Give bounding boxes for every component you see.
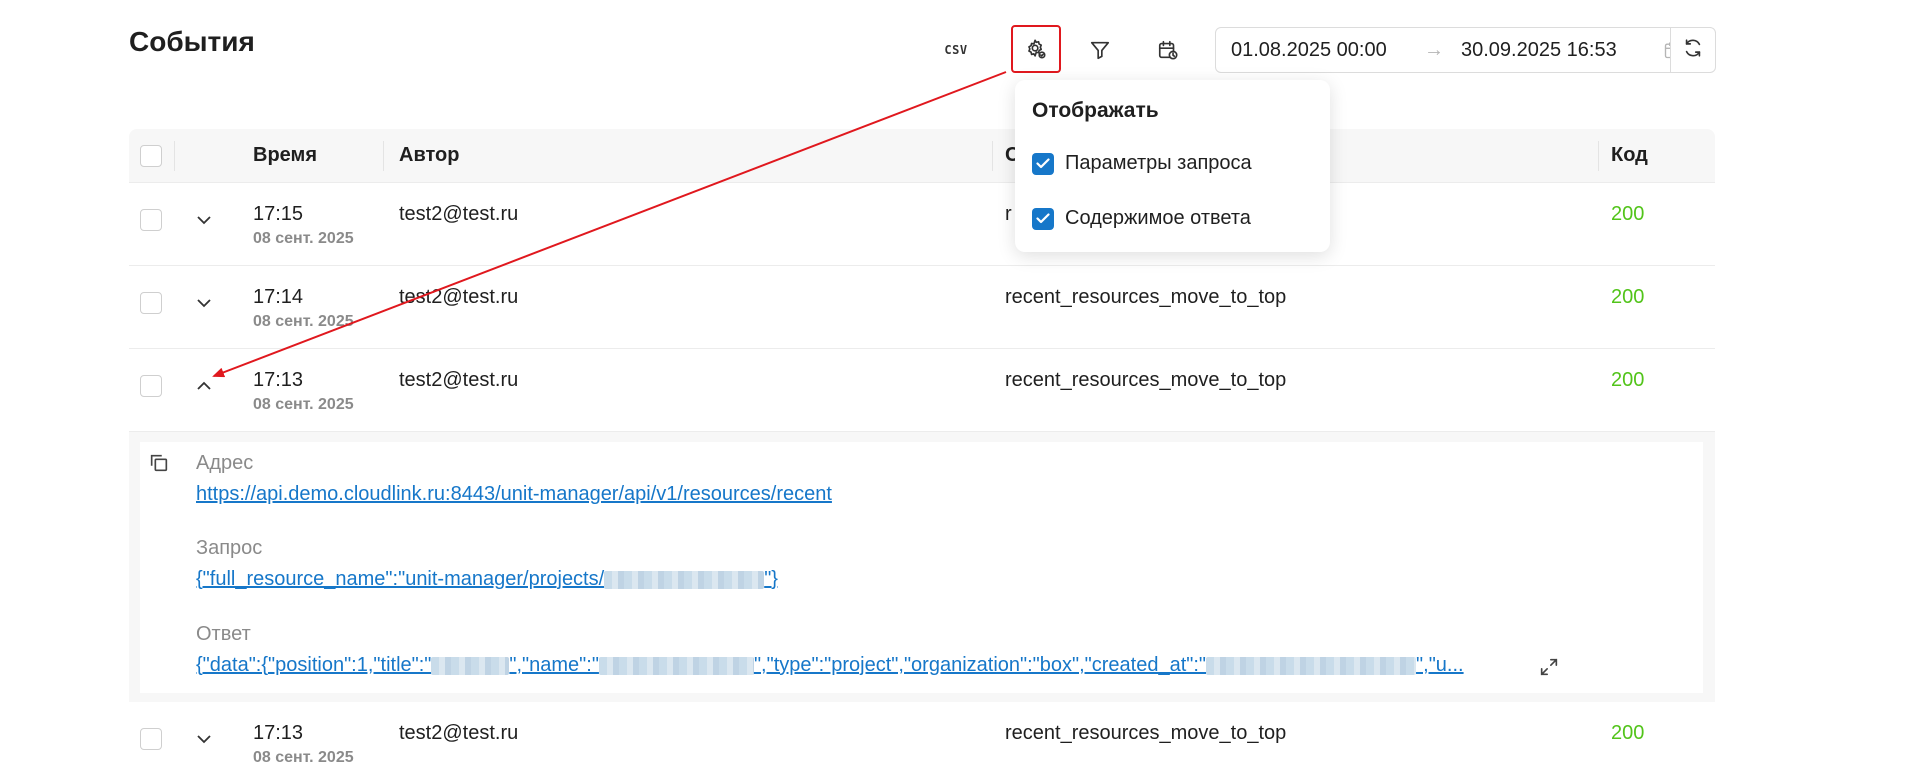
row-author: test2@test.ru [399,722,519,744]
refresh-icon [1682,37,1704,64]
response-part-1: {"data":{"position":1,"title":" [196,654,432,676]
checkbox-checked[interactable] [1032,207,1054,230]
schedule-button[interactable] [1144,26,1192,74]
copy-icon[interactable] [148,452,170,479]
chevron-down-icon[interactable] [189,724,219,754]
row-date: 08 сент. 2025 [253,396,354,413]
response-part-3: ","type":"project","organization":"box",… [753,654,1207,676]
row-time: 17:15 [253,203,304,225]
row-operation: recent_resources_move_to_top [1005,369,1287,391]
checkbox-checked[interactable] [1032,152,1054,175]
date-range-arrow: → [1424,38,1444,61]
request-label: Запрос [196,537,263,559]
response-link[interactable]: {"data":{"position":1,"title":" ","name":… [196,654,1464,677]
row-time: 17:14 [253,286,304,308]
column-header-author[interactable]: Автор [399,144,459,167]
column-divider [383,141,384,171]
row-checkbox[interactable] [140,209,162,231]
date-to-value[interactable]: 30.09.2025 16:53 [1461,39,1657,62]
gear-icon [1025,38,1047,60]
refresh-button[interactable] [1670,27,1716,73]
row-author: test2@test.ru [399,203,519,225]
row-date: 08 сент. 2025 [253,749,354,766]
row-status-code: 200 [1611,286,1645,308]
request-prefix: {"full_resource_name":"unit-manager/proj… [196,568,605,590]
response-part-2: ","name":" [509,654,599,676]
chevron-down-icon[interactable] [189,288,219,318]
select-all-checkbox[interactable] [140,145,162,167]
table-row-expanded[interactable]: 17:13 08 сент. 2025 test2@test.ru recent… [129,349,1715,432]
row-details-panel: Адрес https://api.demo.cloudlink.ru:8443… [129,432,1715,702]
option-label: Содержимое ответа [1065,207,1251,229]
calendar-clock-icon [1157,39,1179,61]
row-status-code: 200 [1611,722,1645,744]
response-label: Ответ [196,623,251,645]
row-date: 08 сент. 2025 [253,313,354,330]
row-time: 17:13 [253,722,304,744]
column-divider [1598,141,1599,171]
column-divider [174,141,175,171]
date-from-value[interactable]: 01.08.2025 00:00 [1231,39,1407,62]
option-response-content[interactable]: Содержимое ответа [1032,207,1251,230]
page-title: События [129,26,255,57]
row-date: 08 сент. 2025 [253,230,354,247]
row-checkbox[interactable] [140,292,162,314]
csv-label: CSV [944,43,968,57]
address-link[interactable]: https://api.demo.cloudlink.ru:8443/unit-… [196,483,832,506]
row-operation: recent_resources_move_to_top [1005,286,1287,308]
table-row[interactable]: 17:14 08 сент. 2025 test2@test.ru recent… [129,266,1715,349]
row-operation: r [1005,203,1012,225]
row-author: test2@test.ru [399,369,519,391]
table-row[interactable]: 17:15 08 сент. 2025 test2@test.ru r 200 [129,183,1715,266]
row-status-code: 200 [1611,203,1645,225]
response-part-4: ","u... [1416,654,1464,676]
csv-export-button[interactable]: CSV [932,26,980,74]
chevron-up-icon[interactable] [189,371,219,401]
option-request-params[interactable]: Параметры запроса [1032,152,1252,175]
popover-title: Отображать [1032,99,1159,122]
redacted-value [598,656,754,675]
column-header-code[interactable]: Код [1611,144,1648,167]
filter-icon [1089,39,1111,61]
request-link[interactable]: {"full_resource_name":"unit-manager/proj… [196,568,778,591]
row-author: test2@test.ru [399,286,519,308]
redacted-value [431,656,510,675]
row-status-code: 200 [1611,369,1645,391]
address-label: Адрес [196,452,254,474]
redacted-value [1206,656,1417,675]
row-time: 17:13 [253,369,304,391]
display-settings-button[interactable] [1011,25,1061,73]
row-checkbox[interactable] [140,375,162,397]
table-row[interactable]: 17:13 08 сент. 2025 test2@test.ru recent… [129,702,1715,779]
expand-icon[interactable] [1538,656,1560,683]
option-label: Параметры запроса [1065,152,1252,174]
display-settings-popover: Отображать Параметры запроса Содержимое … [1015,80,1330,252]
date-range-picker[interactable]: 01.08.2025 00:00 → 30.09.2025 16:53 [1215,27,1711,73]
row-details-content: Адрес https://api.demo.cloudlink.ru:8443… [140,442,1703,693]
redacted-value [604,570,765,589]
request-suffix: "} [764,568,778,590]
filter-button[interactable] [1076,26,1124,74]
row-checkbox[interactable] [140,728,162,750]
column-header-time[interactable]: Время [253,144,317,167]
row-operation: recent_resources_move_to_top [1005,722,1287,744]
table-header: Время Автор С Код [129,129,1715,183]
column-divider [992,141,993,171]
chevron-down-icon[interactable] [189,205,219,235]
